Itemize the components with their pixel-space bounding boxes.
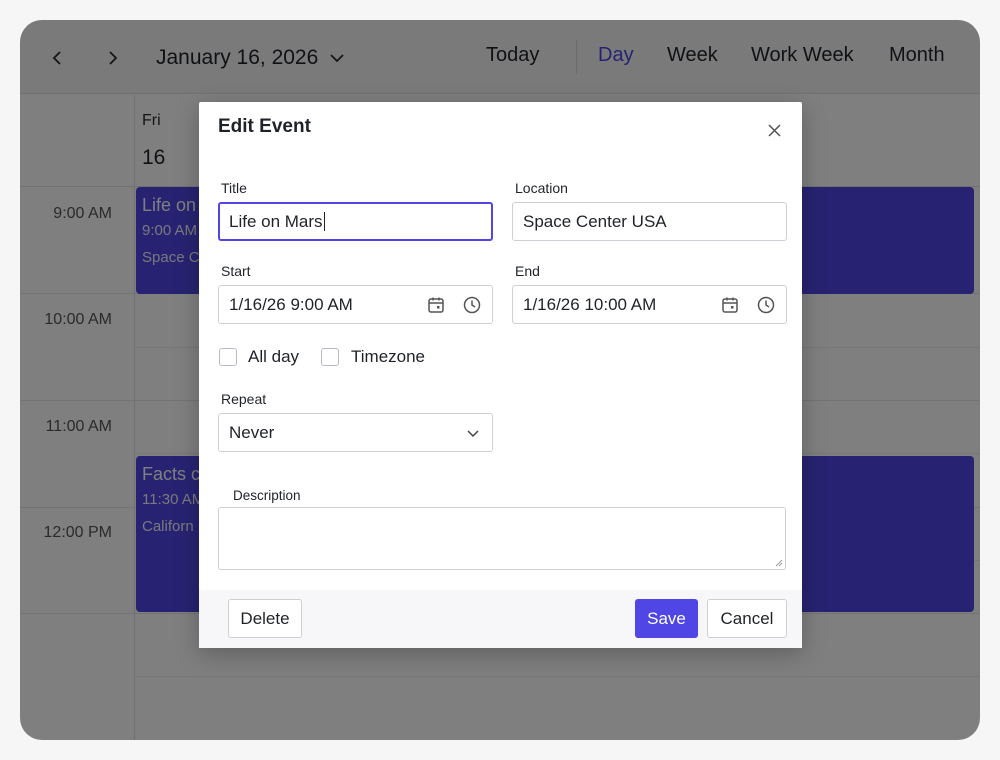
close-icon <box>767 123 781 137</box>
title-input[interactable]: Life on Mars <box>218 202 493 241</box>
end-value: 1/16/26 10:00 AM <box>523 294 657 314</box>
location-label: Location <box>515 180 568 196</box>
chevron-down-icon <box>467 430 479 438</box>
resize-grip-icon[interactable] <box>775 559 783 567</box>
end-label: End <box>515 263 540 279</box>
clock-icon[interactable] <box>462 295 482 315</box>
location-input-value: Space Center USA <box>523 211 667 231</box>
start-label: Start <box>221 263 251 279</box>
dialog-title: Edit Event <box>218 116 311 137</box>
timezone-checkbox[interactable] <box>321 348 339 366</box>
start-value: 1/16/26 9:00 AM <box>229 294 353 314</box>
cancel-button[interactable]: Cancel <box>707 599 787 638</box>
title-input-value: Life on Mars <box>229 211 323 231</box>
clock-icon[interactable] <box>756 295 776 315</box>
calendar-icon[interactable] <box>720 295 740 315</box>
title-label: Title <box>221 180 247 196</box>
location-input[interactable]: Space Center USA <box>512 202 787 241</box>
end-datetime-input[interactable]: 1/16/26 10:00 AM <box>512 285 787 324</box>
repeat-label: Repeat <box>221 391 267 407</box>
description-label: Description <box>233 488 301 503</box>
start-datetime-input[interactable]: 1/16/26 9:00 AM <box>218 285 493 324</box>
save-button[interactable]: Save <box>635 599 698 638</box>
close-button[interactable] <box>763 119 785 141</box>
edit-event-dialog: Edit Event Title Life on Mars Location S… <box>199 102 802 648</box>
delete-button[interactable]: Delete <box>228 599 302 638</box>
repeat-select[interactable]: Never <box>218 413 493 452</box>
text-caret <box>323 212 325 231</box>
all-day-checkbox[interactable] <box>219 348 237 366</box>
repeat-value: Never <box>229 422 275 442</box>
timezone-label[interactable]: Timezone <box>351 347 425 367</box>
description-textarea[interactable] <box>218 507 786 570</box>
all-day-label[interactable]: All day <box>248 347 299 367</box>
calendar-icon[interactable] <box>426 295 446 315</box>
